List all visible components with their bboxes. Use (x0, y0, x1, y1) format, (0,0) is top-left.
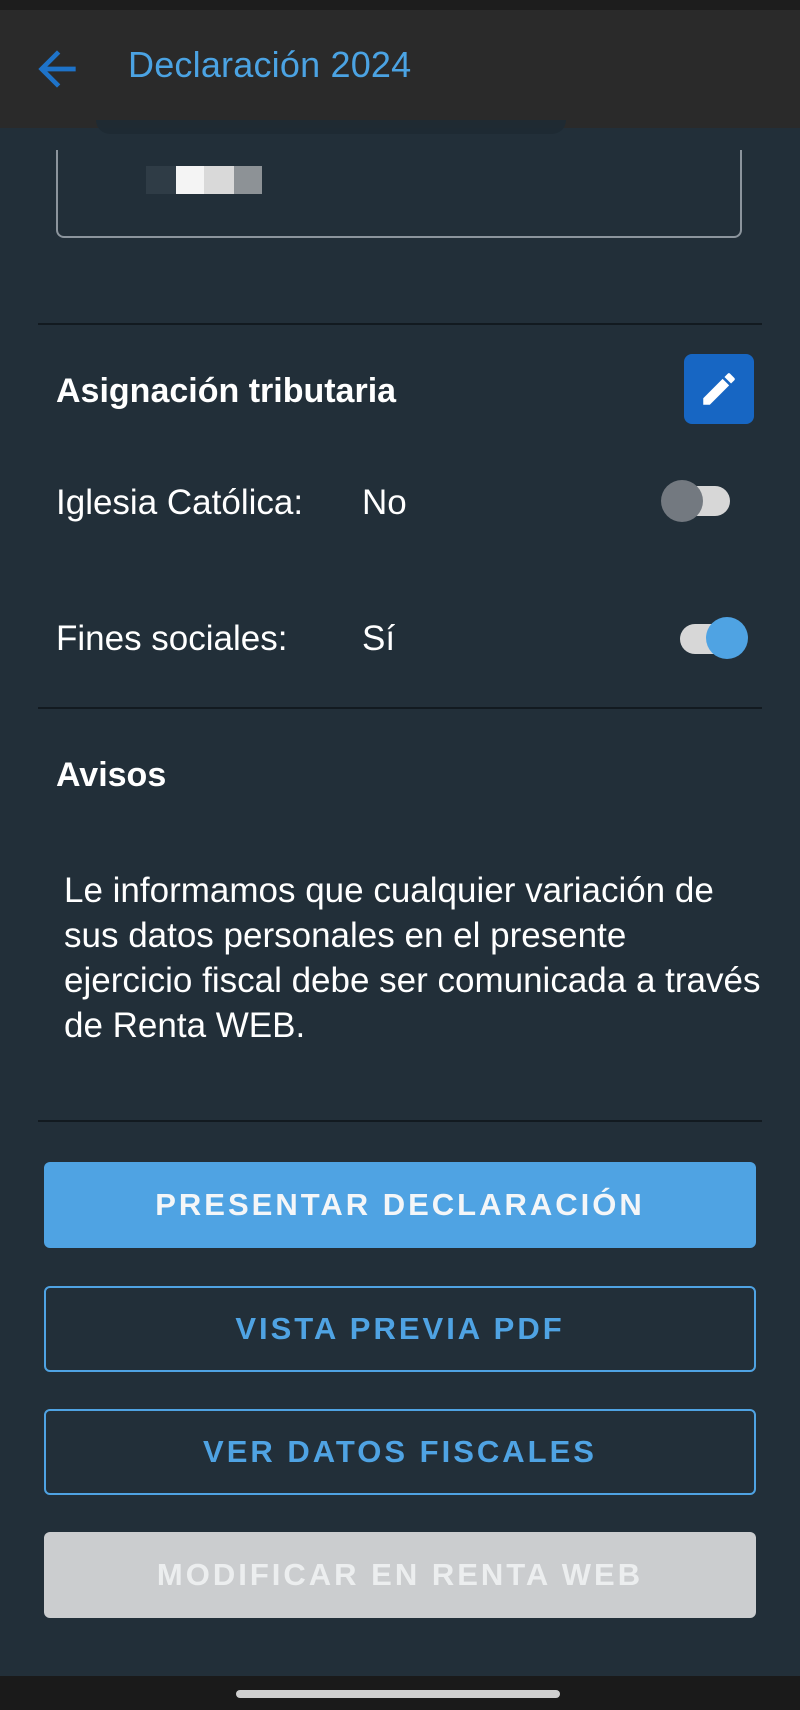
notices-title: Avisos (56, 756, 167, 794)
notice-text: Le informamos que cualquier variación de… (64, 871, 761, 1045)
masked-value (146, 166, 266, 194)
screen: Declaración 2024 Asignación tributaria I… (0, 0, 800, 1710)
present-declaration-button[interactable]: PRESENTAR DECLARACIÓN (44, 1162, 756, 1248)
divider (38, 707, 762, 709)
edit-assignment-button[interactable] (684, 354, 754, 424)
modify-renta-web-button: MODIFICAR EN RENTA WEB (44, 1532, 756, 1618)
divider (38, 1120, 762, 1122)
divider (38, 323, 762, 325)
preview-pdf-button[interactable]: VISTA PREVIA PDF (44, 1286, 756, 1372)
toggle-thumb (661, 480, 703, 522)
back-button[interactable] (22, 34, 92, 104)
app-bar-shadow (96, 120, 566, 134)
status-bar (0, 0, 800, 10)
row-value-fines: Sí (362, 619, 396, 658)
home-indicator[interactable] (236, 1690, 560, 1698)
app-bar: Declaración 2024 (0, 10, 800, 128)
page-title: Declaración 2024 (128, 44, 412, 85)
masked-field-card (56, 150, 742, 238)
arrow-left-icon (38, 50, 76, 88)
assignment-title: Asignación tributaria (56, 372, 397, 410)
pencil-icon (703, 373, 735, 405)
toggle-thumb (706, 617, 748, 659)
view-fiscal-data-button[interactable]: VER DATOS FISCALES (44, 1409, 756, 1495)
row-label-fines: Fines sociales: (56, 619, 288, 658)
row-value-iglesia: No (362, 483, 407, 522)
row-label-iglesia: Iglesia Católica: (56, 483, 304, 522)
